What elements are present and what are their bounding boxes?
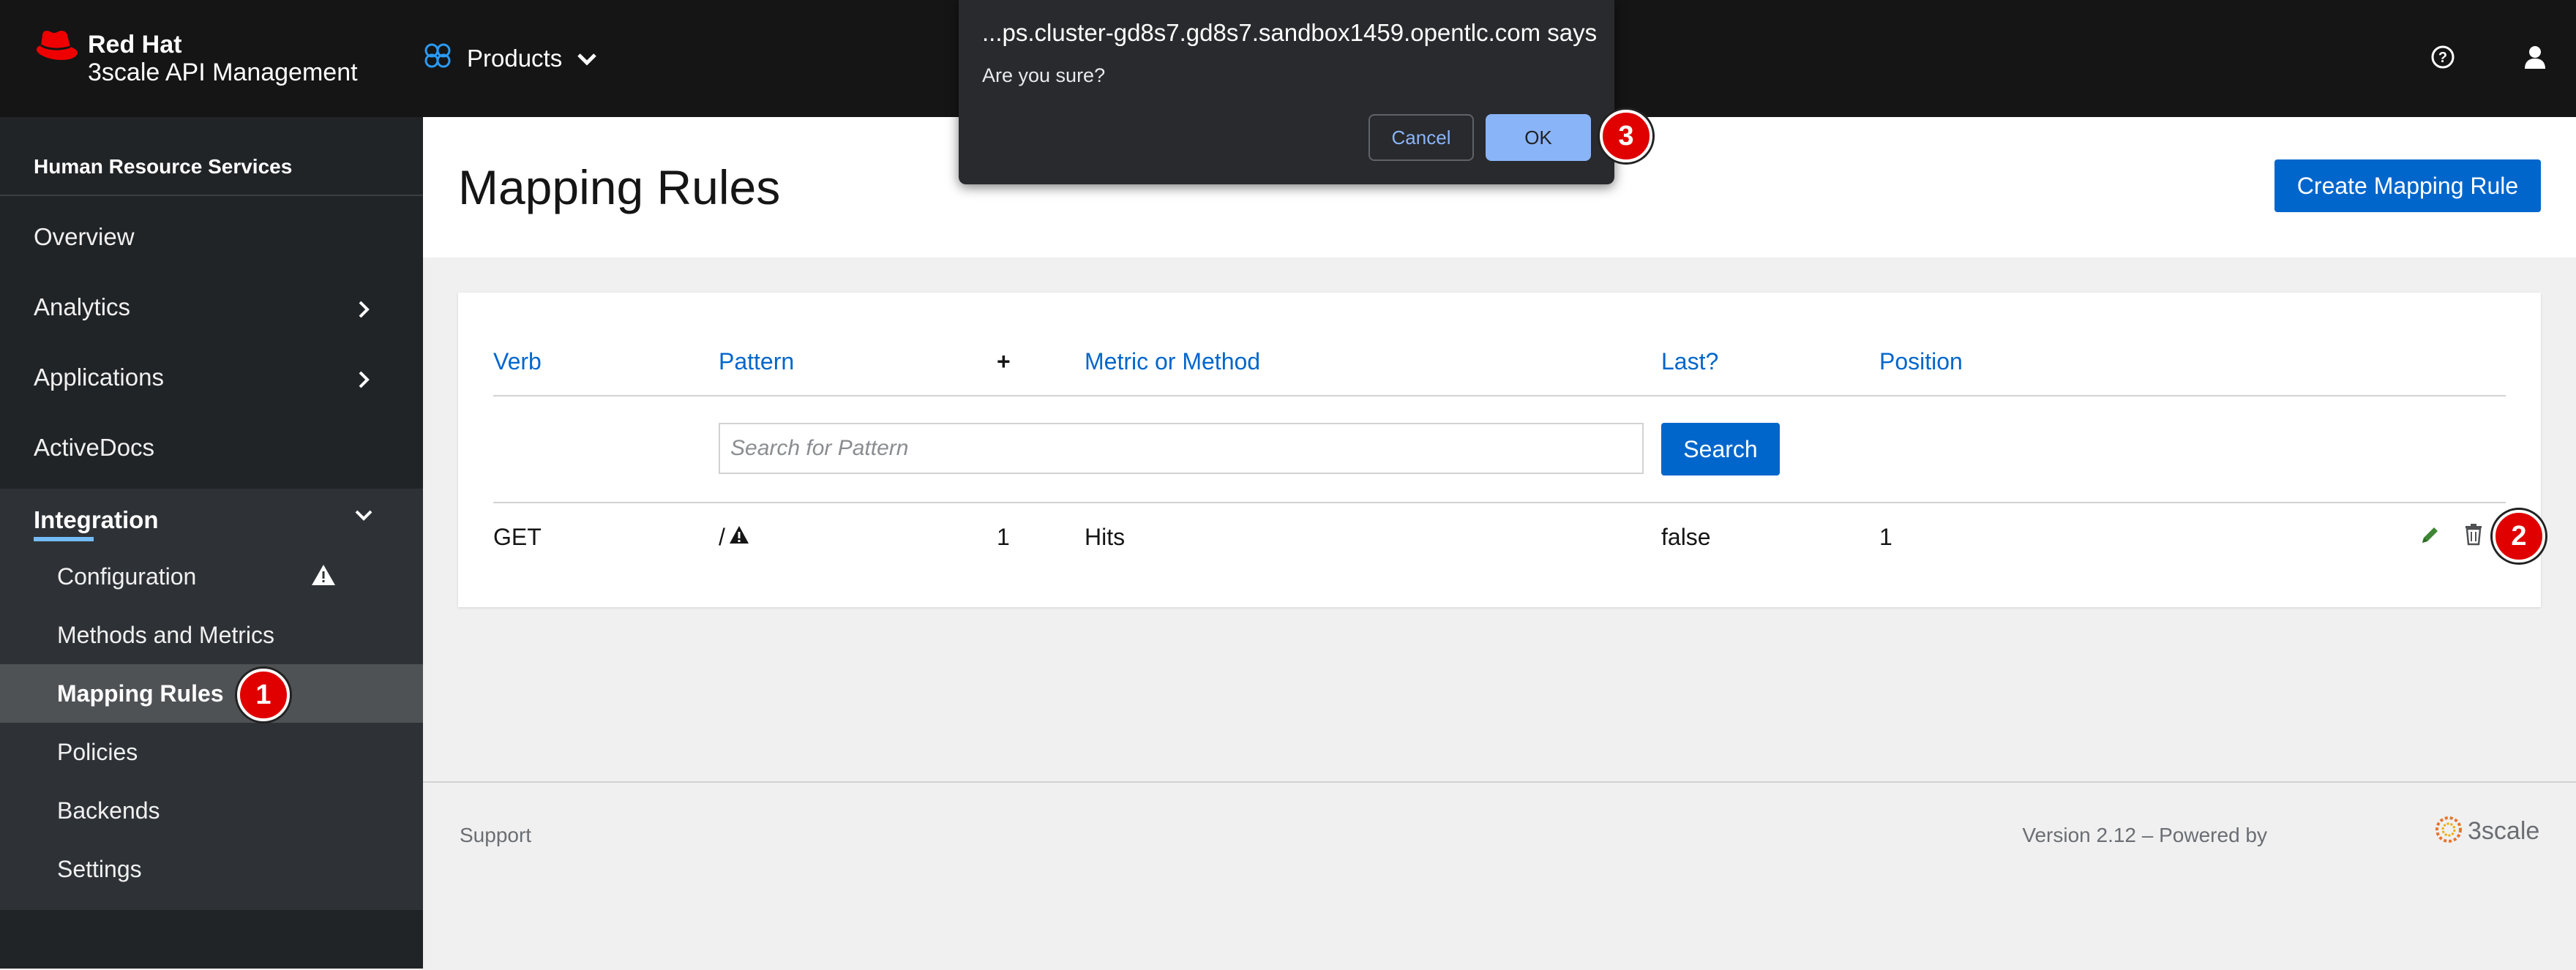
step-marker-1: 1 [237,669,290,721]
page-title: Mapping Rules [458,160,781,214]
svg-text:?: ? [2438,50,2447,66]
chevron-down-icon [354,509,373,526]
sidebar-item-label: ActiveDocs [34,434,155,461]
sidebar-item-label: Analytics [34,293,131,320]
sidebar-item-label: Overview [34,223,135,250]
cell-metric: Hits [1085,524,1126,550]
trash-icon[interactable] [2463,522,2484,549]
column-header-verb[interactable]: Verb [493,348,542,375]
chevron-right-icon [357,297,370,325]
sidebar-group-integration: Integration Configuration Methods and Me… [0,489,423,910]
ok-button[interactable]: OK [1486,114,1591,161]
cancel-button[interactable]: Cancel [1368,114,1474,161]
sidebar-context-title: Human Resource Services [34,155,293,178]
context-selector[interactable]: Products [423,37,597,80]
create-mapping-rule-button[interactable]: Create Mapping Rule [2274,159,2541,212]
sidebar-item-label: Backends [57,797,160,824]
sidebar-item-applications[interactable]: Applications [0,342,423,413]
cell-last: false [1661,524,1711,550]
confirm-dialog: ...ps.cluster-gd8s7.gd8s7.sandbox1459.op… [959,0,1614,184]
pattern-text: / [719,524,725,550]
active-group-indicator [34,537,94,541]
user-icon[interactable] [2522,44,2548,74]
3scale-logo[interactable]: 3scale [2434,815,2539,848]
chevron-down-icon [577,45,597,72]
dialog-title: ...ps.cluster-gd8s7.gd8s7.sandbox1459.op… [982,19,1598,46]
column-header-last[interactable]: Last? [1661,348,1718,375]
mapping-rules-table: Verb Pattern + Metric or Method Last? Po… [458,293,2541,607]
cell-verb: GET [493,524,542,550]
sidebar-group-toggle[interactable]: Integration [0,489,423,547]
3scale-logo-icon [2434,815,2463,848]
sidebar-item-activedocs[interactable]: ActiveDocs [0,413,423,483]
brand-name: Red Hat [88,31,182,59]
step-marker-2: 2 [2493,510,2545,563]
sidebar-item-label: Policies [57,738,138,765]
products-icon [423,43,452,74]
sidebar-item-settings[interactable]: Settings [0,840,423,898]
sidebar-item-analytics[interactable]: Analytics [0,272,423,342]
search-button[interactable]: Search [1661,423,1780,475]
cell-position: 1 [1879,524,1892,550]
sidebar-item-label: Mapping Rules [57,680,224,707]
edit-icon[interactable] [2419,524,2441,549]
column-header-pattern[interactable]: Pattern [719,348,794,375]
footer: Support Version 2.12 – Powered by 3scale [423,781,2576,970]
3scale-logo-text: 3scale [2468,817,2540,845]
context-selector-label: Products [467,45,563,72]
sidebar-item-label: Applications [34,364,164,391]
sidebar-item-label: Settings [57,855,142,882]
sidebar-group-label: Integration [34,506,159,533]
column-header-metric[interactable]: Metric or Method [1085,348,1260,375]
red-hat-logo-icon[interactable] [32,28,80,69]
sidebar: Human Resource Services Overview Analyti… [0,117,423,969]
sidebar-item-label: Methods and Metrics [57,621,275,648]
header-divider [493,395,2506,396]
warning-icon [728,524,750,551]
sidebar-item-methods-and-metrics[interactable]: Methods and Metrics [0,606,423,664]
product-name: 3scale API Management [88,59,358,86]
cell-plus: 1 [997,524,1010,550]
warning-icon [310,563,337,593]
cell-pattern: / [719,524,750,551]
sidebar-item-configuration[interactable]: Configuration [0,547,423,606]
version-text: Version 2.12 – Powered by [2022,824,2267,846]
dialog-message: Are you sure? [982,64,1106,86]
sidebar-item-label: Configuration [57,563,197,590]
support-link[interactable]: Support [460,824,531,847]
step-marker-3: 3 [1600,110,1652,162]
sidebar-item-mapping-rules[interactable]: Mapping Rules [0,664,423,723]
chevron-right-icon [357,367,370,395]
help-icon[interactable]: ? [2430,44,2456,74]
column-header-plus: + [997,348,1011,375]
sidebar-context: Human Resource Services [0,117,423,196]
sidebar-item-overview[interactable]: Overview [0,202,423,272]
sidebar-item-policies[interactable]: Policies [0,723,423,781]
search-pattern-input[interactable] [719,423,1644,474]
column-header-position[interactable]: Position [1879,348,1963,375]
search-divider [493,502,2506,503]
sidebar-item-backends[interactable]: Backends [0,781,423,840]
